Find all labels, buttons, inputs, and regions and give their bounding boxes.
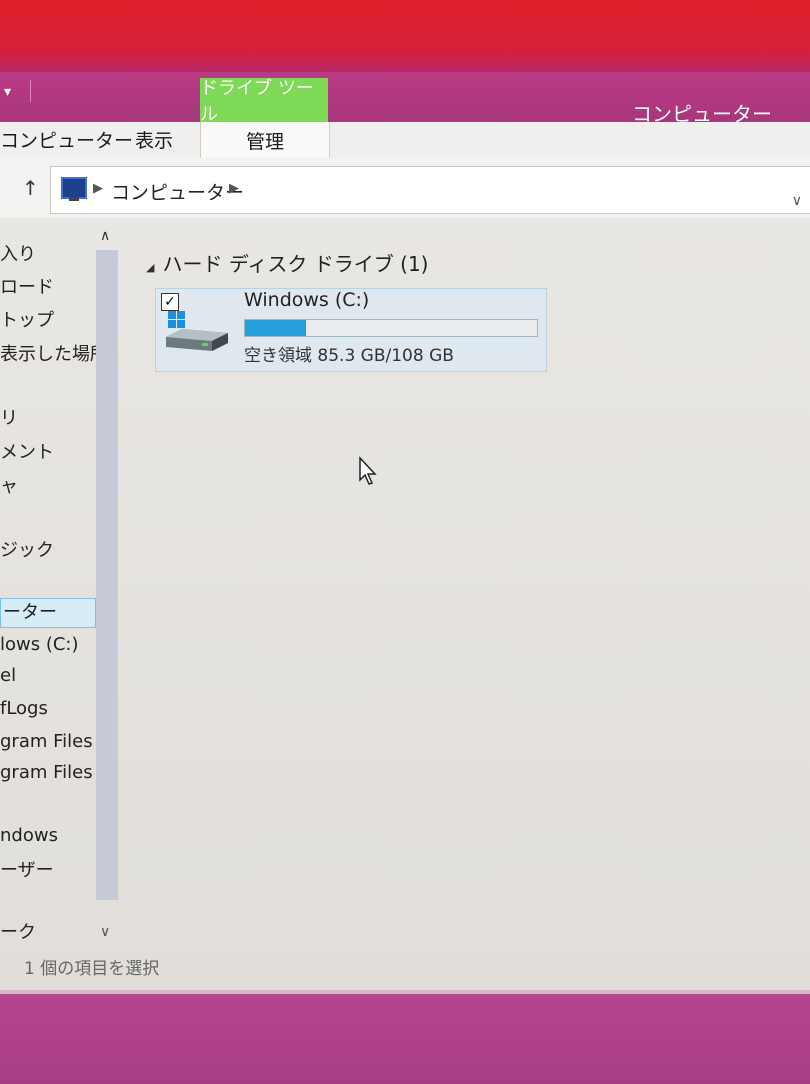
nav-item-program-files[interactable]: gram Files: [0, 731, 93, 752]
group-header-label: ハード ディスク ドライブ (1): [162, 252, 429, 276]
drive-tile-windows-c[interactable]: ✓ Windows (C:) 空き領域 85.3 GB/108 GB: [155, 288, 547, 372]
nav-item-intel[interactable]: el: [0, 665, 16, 686]
status-selection-count: 1 個の項目を選択: [24, 959, 160, 979]
address-history-chevron-icon[interactable]: ∨: [792, 193, 802, 209]
tab-view[interactable]: 表示: [135, 126, 173, 153]
nav-item-program-files-x86[interactable]: gram Files: [0, 762, 93, 783]
hard-drive-icon: [166, 311, 228, 351]
desktop-background-top: [0, 0, 810, 72]
breadcrumb-computer[interactable]: コンピューター: [111, 178, 244, 205]
taskbar: [0, 990, 810, 1084]
nav-item-perflogs[interactable]: fLogs: [0, 698, 48, 719]
collapse-triangle-icon[interactable]: ◢: [146, 261, 154, 274]
nav-item-windows[interactable]: ndows: [0, 825, 58, 846]
up-arrow-icon[interactable]: ↑: [22, 176, 39, 200]
mouse-pointer-icon: [359, 456, 377, 485]
nav-item-windows-c[interactable]: lows (C:): [0, 634, 79, 655]
nav-item-desktop[interactable]: トップ: [0, 306, 54, 332]
nav-item-favorites[interactable]: 入り: [0, 240, 36, 266]
title-separator: [30, 80, 31, 102]
scroll-up-icon[interactable]: ∧: [100, 228, 110, 244]
scroll-thumb[interactable]: [96, 250, 118, 900]
nav-item-documents[interactable]: メント: [0, 438, 54, 464]
computer-icon: [61, 177, 87, 201]
nav-item-computer[interactable]: ーター: [0, 598, 96, 628]
capacity-bar-fill: [245, 320, 307, 336]
navigation-pane: 入り ロード トップ 表示した場所 リ メント ャ ジック ーター lows (…: [0, 218, 108, 990]
scroll-down-icon[interactable]: ∨: [100, 924, 110, 940]
tab-manage[interactable]: 管理: [200, 122, 330, 158]
ribbon-tabs: コンピューター 表示 管理: [0, 122, 810, 159]
nav-item-downloads[interactable]: ロード: [0, 273, 54, 299]
breadcrumb-arrow-icon[interactable]: ▶: [93, 181, 103, 196]
nav-item-users[interactable]: ーザー: [0, 856, 54, 882]
main-content: 入り ロード トップ 表示した場所 リ メント ャ ジック ーター lows (…: [0, 218, 810, 990]
nav-item-music[interactable]: ジック: [0, 536, 54, 562]
nav-item-pictures[interactable]: ャ: [0, 472, 18, 498]
nav-item-libraries[interactable]: リ: [0, 404, 18, 430]
tab-computer[interactable]: コンピューター: [0, 126, 133, 153]
free-space-label: 空き領域 85.3 GB/108 GB: [244, 346, 454, 366]
capacity-bar: [244, 319, 538, 337]
address-bar: ↑ ▶ コンピューター ▶ ∨: [0, 158, 810, 219]
breadcrumb-arrow-icon[interactable]: ▶: [229, 181, 239, 196]
title-bar: ▾ コンピューター: [0, 72, 810, 126]
quick-access-dropdown-icon[interactable]: ▾: [4, 84, 11, 100]
address-box[interactable]: ▶ コンピューター ▶ ∨: [50, 166, 810, 214]
nav-item-network[interactable]: ーク: [0, 918, 36, 944]
nav-item-recent-places[interactable]: 表示した場所: [0, 340, 108, 366]
nav-scrollbar[interactable]: ∧ ∨: [96, 224, 118, 944]
group-header-hard-disk-drives[interactable]: ◢ ハード ディスク ドライブ (1): [146, 248, 428, 277]
drive-tools-context-tab: ドライブ ツール: [200, 78, 328, 125]
drive-name: Windows (C:): [244, 289, 370, 311]
